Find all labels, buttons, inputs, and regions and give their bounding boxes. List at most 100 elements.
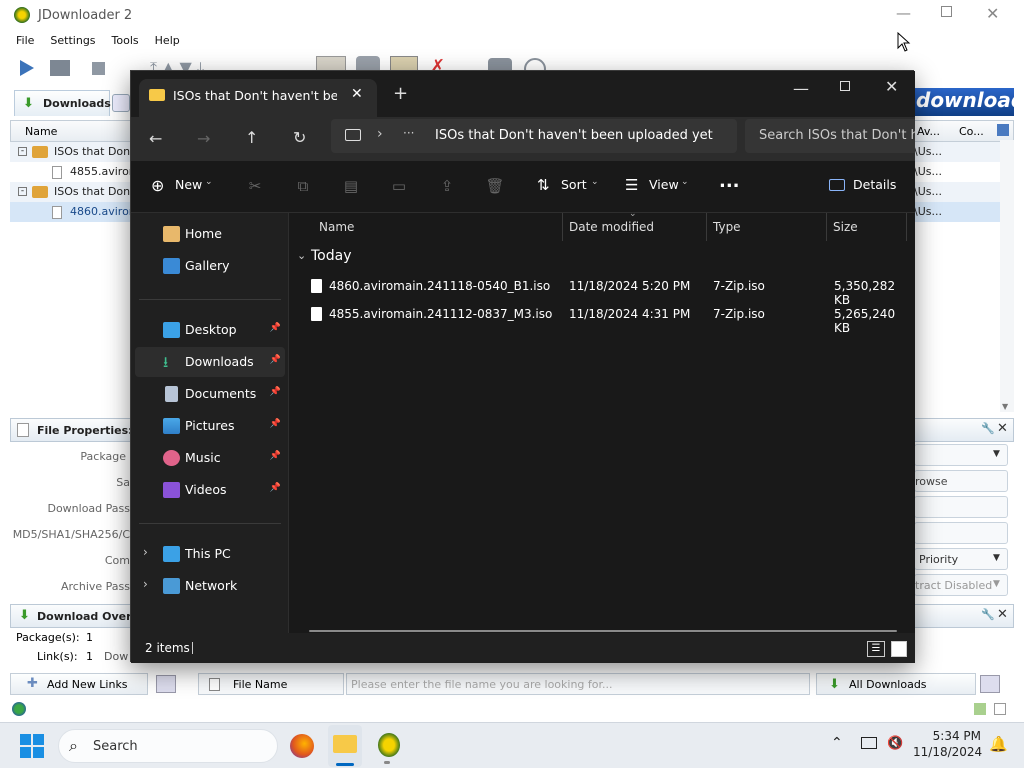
table-row[interactable]: 4860.aviromain.241118-0540_B1.iso 11/18/… bbox=[307, 272, 907, 307]
new-button[interactable]: New bbox=[175, 177, 202, 192]
explorer-tab[interactable]: ISOs that Don't haven't been u ✕ bbox=[139, 79, 377, 117]
new-tab-icon[interactable]: + bbox=[393, 83, 408, 104]
package-dropdown[interactable]: ▼ bbox=[914, 444, 1008, 466]
sidebar-item-home[interactable]: Home bbox=[135, 219, 285, 249]
chevron-up-icon[interactable]: ⌃ bbox=[831, 735, 843, 751]
checksum-input[interactable] bbox=[914, 522, 1008, 544]
new-icon[interactable]: ⊕ bbox=[151, 176, 164, 195]
jd-scrollbar[interactable]: ▼ bbox=[1000, 140, 1014, 412]
cut-icon[interactable]: ✂ bbox=[245, 177, 265, 197]
tiles-view-icon[interactable] bbox=[891, 641, 907, 657]
chevron-right-icon[interactable]: › bbox=[143, 577, 148, 591]
close-icon[interactable]: ✕ bbox=[885, 77, 898, 96]
horizontal-scrollbar[interactable] bbox=[309, 630, 897, 632]
sidebar-item-pictures[interactable]: Pictures 📌 bbox=[135, 411, 285, 441]
paste-icon[interactable]: ▤ bbox=[341, 177, 361, 197]
delete-icon[interactable]: 🗑 bbox=[485, 177, 505, 197]
panel-close-icon[interactable]: ✕ bbox=[997, 607, 1008, 622]
pin-icon[interactable]: 📌 bbox=[270, 387, 281, 397]
minimize-icon[interactable]: — bbox=[896, 4, 911, 22]
address-bar[interactable]: › ··· ISOs that Don't haven't been uploa… bbox=[331, 119, 737, 153]
volume-muted-icon[interactable]: 🔇 bbox=[887, 736, 903, 751]
clipboard-monitor-icon[interactable] bbox=[974, 703, 986, 715]
pin-icon[interactable]: 📌 bbox=[270, 355, 281, 365]
sidebar-item-desktop[interactable]: Desktop 📌 bbox=[135, 315, 285, 345]
menu-file[interactable]: File bbox=[8, 32, 42, 47]
taskbar-search[interactable]: ⌕ Search bbox=[58, 729, 278, 763]
back-icon[interactable]: ← bbox=[149, 129, 162, 148]
premium-status-icon[interactable] bbox=[994, 703, 1006, 715]
group-header[interactable]: Today bbox=[311, 248, 352, 264]
tab-close-icon[interactable]: ✕ bbox=[351, 86, 363, 102]
select-all-icon[interactable] bbox=[156, 675, 176, 693]
pin-icon[interactable]: 📌 bbox=[270, 323, 281, 333]
clock-date[interactable]: 11/18/2024 bbox=[913, 745, 982, 759]
sidebar-item-videos[interactable]: Videos 📌 bbox=[135, 475, 285, 505]
download-password-input[interactable] bbox=[914, 496, 1008, 518]
copy-icon[interactable]: ⧉ bbox=[293, 177, 313, 197]
more-options-button[interactable]: ... bbox=[719, 171, 740, 192]
view-icon[interactable]: ☰ bbox=[625, 176, 638, 194]
maximize-icon[interactable] bbox=[840, 81, 850, 91]
sidebar-item-documents[interactable]: Documents 📌 bbox=[135, 379, 285, 409]
sort-button[interactable]: Sort bbox=[561, 177, 587, 192]
add-new-links-button[interactable]: ✚ Add New Links bbox=[10, 673, 148, 695]
column-size[interactable]: Size bbox=[827, 213, 907, 241]
jdownloader-taskbar-icon[interactable] bbox=[378, 733, 400, 757]
pin-icon[interactable]: 📌 bbox=[270, 483, 281, 493]
col-av[interactable]: Av... bbox=[917, 125, 940, 138]
minimize-icon[interactable]: — bbox=[793, 79, 809, 98]
pin-icon[interactable]: 📌 bbox=[270, 419, 281, 429]
tab-downloads[interactable]: ⬇ Downloads bbox=[14, 90, 111, 116]
extract-dropdown[interactable]: tract Disabled ▼ bbox=[914, 574, 1008, 596]
menu-tools[interactable]: Tools bbox=[104, 32, 147, 47]
forward-icon[interactable]: → bbox=[197, 129, 210, 148]
sidebar-item-downloads[interactable]: ⭳ Downloads 📌 bbox=[135, 347, 285, 377]
search-field-dropdown[interactable]: File Name bbox=[198, 673, 344, 695]
sidebar-item-music[interactable]: Music 📌 bbox=[135, 443, 285, 473]
close-icon[interactable]: ✕ bbox=[986, 4, 999, 23]
column-settings-icon[interactable] bbox=[997, 124, 1009, 136]
maximize-icon[interactable] bbox=[941, 6, 952, 17]
chevron-right-icon[interactable]: › bbox=[143, 545, 148, 559]
chevron-right-icon[interactable]: › bbox=[377, 126, 383, 142]
play-icon[interactable] bbox=[20, 60, 34, 76]
menu-settings[interactable]: Settings bbox=[42, 32, 103, 47]
up-icon[interactable]: ↑ bbox=[245, 128, 258, 147]
col-co[interactable]: Co... bbox=[959, 125, 984, 138]
sidebar-item-gallery[interactable]: Gallery bbox=[135, 251, 285, 281]
col-name[interactable]: Name bbox=[25, 125, 57, 138]
clock-time[interactable]: 5:34 PM bbox=[919, 729, 981, 743]
details-pane-icon[interactable] bbox=[829, 179, 845, 191]
details-view-icon[interactable]: ☰ bbox=[867, 641, 885, 657]
view-button[interactable]: View bbox=[649, 177, 679, 192]
details-button[interactable]: Details bbox=[853, 177, 896, 192]
sidebar-item-this-pc[interactable]: › This PC bbox=[135, 539, 285, 569]
priority-dropdown[interactable]: Priority ▼ bbox=[914, 548, 1008, 570]
search-box[interactable]: Search ISOs that Don't ha bbox=[745, 119, 915, 153]
firefox-icon[interactable] bbox=[290, 734, 314, 758]
settings-icon[interactable] bbox=[980, 675, 1000, 693]
stop-icon[interactable] bbox=[92, 62, 105, 75]
sort-icon[interactable]: ⇅ bbox=[537, 176, 550, 194]
rename-icon[interactable]: ▭ bbox=[389, 177, 409, 197]
column-name[interactable]: Name bbox=[313, 213, 563, 241]
file-name-search-input[interactable]: Please enter the file name you are looki… bbox=[346, 673, 810, 695]
tab-linkgrabber-icon[interactable] bbox=[112, 94, 130, 112]
share-icon[interactable]: ⇪ bbox=[437, 177, 457, 197]
pin-icon[interactable]: 📌 bbox=[270, 451, 281, 461]
sidebar-item-network[interactable]: › Network bbox=[135, 571, 285, 601]
wrench-icon[interactable]: 🔧 bbox=[981, 422, 995, 435]
windows-start-icon[interactable] bbox=[20, 734, 44, 758]
breadcrumb-overflow-icon[interactable]: ··· bbox=[403, 126, 414, 140]
refresh-icon[interactable]: ↻ bbox=[293, 128, 306, 147]
network-status-icon[interactable] bbox=[861, 737, 877, 749]
panel-close-icon[interactable]: ✕ bbox=[997, 421, 1008, 436]
column-type[interactable]: Type bbox=[707, 213, 827, 241]
group-collapse-icon[interactable]: ⌄ bbox=[297, 249, 306, 262]
browse-button[interactable]: rowse bbox=[914, 470, 1008, 492]
all-downloads-dropdown[interactable]: ⬇ All Downloads bbox=[816, 673, 976, 695]
file-explorer-taskbar-button[interactable] bbox=[328, 725, 362, 767]
pause-icon[interactable] bbox=[50, 60, 70, 76]
wrench-icon[interactable]: 🔧 bbox=[981, 608, 995, 621]
